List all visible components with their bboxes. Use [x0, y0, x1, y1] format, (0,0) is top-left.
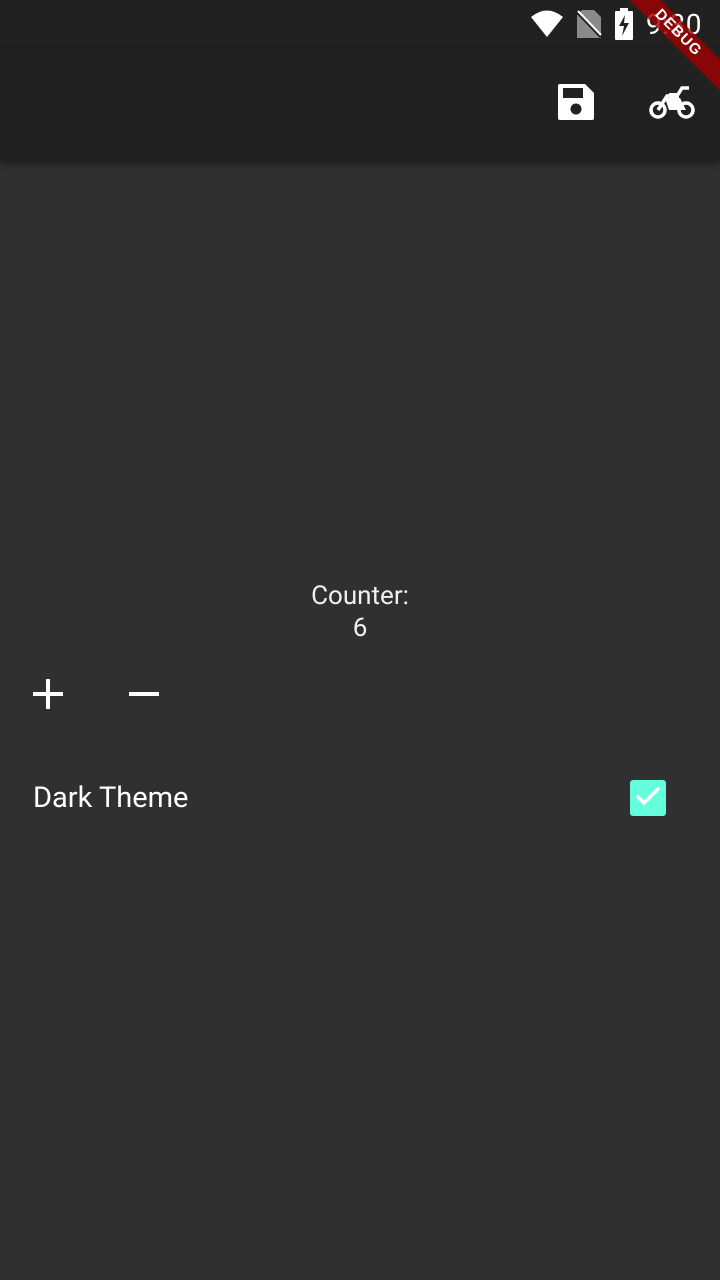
dark-theme-checkbox[interactable] [630, 780, 666, 816]
counter-value: 6 [352, 613, 368, 643]
checkmark-icon [634, 784, 662, 812]
save-button[interactable] [544, 72, 608, 136]
minus-icon [129, 679, 159, 713]
counter-display: Counter: 6 [0, 580, 720, 644]
dark-theme-label: Dark Theme [33, 781, 189, 815]
motorcycle-icon [649, 84, 695, 124]
dark-theme-setting[interactable]: Dark Theme [0, 760, 720, 836]
app-screen: 9:30 DEBUG [0, 0, 720, 1280]
app-bar [0, 48, 720, 160]
save-icon [557, 83, 595, 125]
battery-charging-icon [614, 8, 634, 40]
status-bar: 9:30 [0, 0, 720, 48]
motorcycle-button[interactable] [640, 72, 704, 136]
plus-icon [33, 679, 63, 713]
no-sim-icon [576, 9, 602, 39]
counter-label: Counter: [311, 581, 409, 611]
decrement-button[interactable] [112, 664, 176, 728]
increment-button[interactable] [16, 664, 80, 728]
wifi-icon [530, 10, 564, 38]
